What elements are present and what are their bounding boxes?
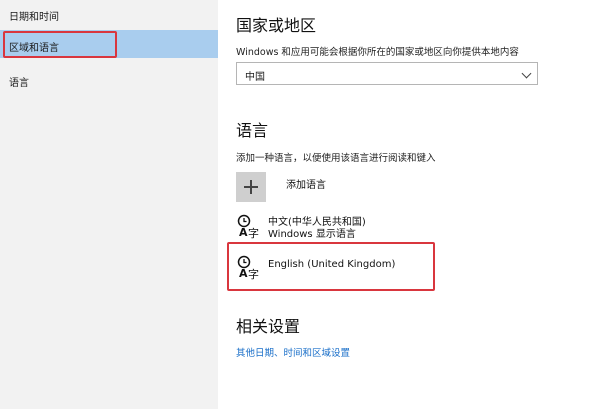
language-heading: 语言 <box>236 121 269 140</box>
language-display-note: Windows 显示语言 <box>268 229 356 240</box>
country-select[interactable]: 中国 <box>236 62 538 85</box>
highlight-box-sidebar <box>3 31 117 58</box>
add-language-button[interactable]: 添加语言 <box>236 172 436 202</box>
highlight-box-language <box>227 242 435 291</box>
svg-text:A: A <box>239 226 248 239</box>
country-select-value: 中国 <box>245 72 265 83</box>
chevron-down-icon <box>521 68 532 79</box>
sidebar-item-label: 语言 <box>9 78 29 89</box>
svg-text:字: 字 <box>248 226 259 240</box>
region-description: Windows 和应用可能会根据你所在的国家或地区向你提供本地内容 <box>236 47 519 58</box>
plus-icon <box>236 172 266 202</box>
add-language-label: 添加语言 <box>286 180 326 191</box>
language-icon: A 字 <box>237 214 259 240</box>
language-description: 添加一种语言，以便使用该语言进行阅读和键入 <box>236 153 436 164</box>
related-settings-heading: 相关设置 <box>236 317 301 336</box>
sidebar-item-label: 日期和时间 <box>9 12 59 23</box>
other-date-time-region-link[interactable]: 其他日期、时间和区域设置 <box>236 345 350 359</box>
region-heading: 国家或地区 <box>236 16 317 35</box>
main-panel: 国家或地区 Windows 和应用可能会根据你所在的国家或地区向你提供本地内容 … <box>218 0 600 409</box>
sidebar: 日期和时间 区域和语言 语言 <box>0 0 218 409</box>
sidebar-item-date-time[interactable]: 日期和时间 <box>0 0 218 26</box>
sidebar-item-language[interactable]: 语言 <box>0 66 218 90</box>
